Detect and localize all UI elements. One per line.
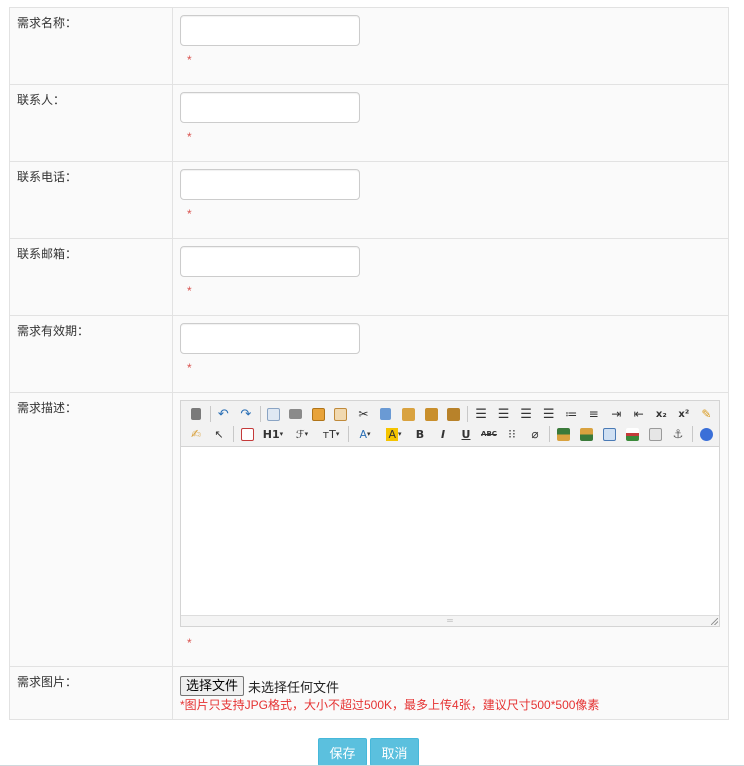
rich-text-editor: ↶ ↷ ✂ ☰ ☰ ☰ ☰ ≔ ≡ ⇥ ⇤ x₂ x² ✎ ✍ ↖ H1 ▾ ℱ… (180, 400, 720, 627)
editor-content-area[interactable] (181, 447, 719, 617)
file-chooser: 选择文件 未选择任何文件 (180, 676, 728, 696)
save-button[interactable]: 保存 (318, 738, 367, 766)
subscript-icon[interactable]: x₂ (652, 405, 672, 423)
chevron-down-icon: ▾ (335, 430, 340, 438)
chevron-down-icon: ▾ (367, 430, 371, 438)
font-family-icon[interactable]: ℱ ▾ (289, 425, 315, 443)
help-icon[interactable] (696, 425, 716, 443)
outdent-icon[interactable]: ⇤ (629, 405, 649, 423)
cut-icon[interactable]: ✂ (354, 405, 374, 423)
anchor-icon[interactable]: ⚓ (668, 425, 688, 443)
pagebreak-icon[interactable] (645, 425, 665, 443)
copy-icon[interactable] (376, 405, 396, 423)
unordered-list-icon[interactable]: ≡ (584, 405, 604, 423)
required-mark: * (187, 207, 192, 221)
field-label-description: 需求描述： (9, 392, 173, 667)
form-row-image: 需求图片： 选择文件 未选择任何文件 *图片只支持JPG格式，大小不超过500K… (9, 666, 729, 720)
demand-form: 需求名称： * 联系人： * 联系电话： * 联系邮箱： * 需求有效期： * (9, 7, 729, 720)
redo-icon[interactable]: ↷ (236, 405, 256, 423)
toolbar-row-2: ✍ ↖ H1 ▾ ℱ ▾ тT ▾ A ▾ A ▾ B I U ABC ⁝⁝ ⌀… (186, 424, 719, 444)
paste-icon[interactable] (399, 405, 419, 423)
form-row-name: 需求名称： * (9, 7, 729, 85)
strikethrough-icon[interactable]: ABC (479, 425, 499, 443)
demand-name-input[interactable] (180, 15, 360, 46)
editor-toolbar: ↶ ↷ ✂ ☰ ☰ ☰ ☰ ≔ ≡ ⇥ ⇤ x₂ x² ✎ ✍ ↖ H1 ▾ ℱ… (181, 401, 719, 447)
cancel-button[interactable]: 取消 (370, 738, 419, 766)
justify-icon[interactable]: ☰ (539, 405, 559, 423)
field-label-contact: 联系人： (9, 84, 173, 162)
image-icon[interactable] (553, 425, 573, 443)
field-label-validity: 需求有效期： (9, 315, 173, 393)
source-icon[interactable] (186, 405, 206, 423)
required-mark: * (187, 636, 192, 650)
form-row-phone: 联系电话： * (9, 161, 729, 239)
required-mark: * (187, 361, 192, 375)
template-icon[interactable] (309, 405, 329, 423)
field-label-phone: 联系电话： (9, 161, 173, 239)
contact-email-input[interactable] (180, 246, 360, 277)
required-mark: * (187, 130, 192, 144)
hr-icon[interactable] (622, 425, 642, 443)
chevron-down-icon: ▾ (304, 430, 309, 438)
font-size-icon[interactable]: тT ▾ (318, 425, 344, 443)
undo-icon[interactable]: ↶ (214, 405, 234, 423)
paste-word-icon[interactable] (444, 405, 464, 423)
file-status-text: 未选择任何文件 (248, 679, 340, 695)
underline-icon[interactable]: U (456, 425, 476, 443)
line-height-icon[interactable]: ⁝⁝ (502, 425, 522, 443)
corner-resize-icon[interactable] (711, 618, 718, 625)
field-label-image: 需求图片： (9, 666, 173, 720)
indent-icon[interactable]: ⇥ (606, 405, 626, 423)
multi-image-icon[interactable] (576, 425, 596, 443)
remove-format-icon[interactable]: ⌀ (525, 425, 545, 443)
resize-grip-icon[interactable]: ═ (444, 617, 456, 625)
chevron-down-icon: ▾ (279, 430, 284, 438)
align-center-icon[interactable]: ☰ (494, 405, 514, 423)
align-right-icon[interactable]: ☰ (516, 405, 536, 423)
bold-icon[interactable]: B (410, 425, 430, 443)
highlight-color-icon[interactable]: A ▾ (381, 425, 407, 443)
superscript-icon[interactable]: x² (674, 405, 694, 423)
chevron-down-icon: ▾ (398, 430, 402, 438)
contact-phone-input[interactable] (180, 169, 360, 200)
font-color-icon[interactable]: A ▾ (352, 425, 378, 443)
heading-icon[interactable]: H1 ▾ (260, 425, 286, 443)
field-label-name: 需求名称： (9, 7, 173, 85)
ordered-list-icon[interactable]: ≔ (561, 405, 581, 423)
paste-text-icon[interactable] (421, 405, 441, 423)
form-row-validity: 需求有效期： * (9, 315, 729, 393)
italic-icon[interactable]: I (433, 425, 453, 443)
clear-format-icon[interactable]: ✎ (697, 405, 717, 423)
form-row-email: 联系邮箱： * (9, 238, 729, 316)
form-actions: 保存 取消 (318, 738, 422, 766)
editor-statusbar: ═ (181, 615, 719, 626)
form-row-description: 需求描述： ↶ ↷ ✂ ☰ ☰ ☰ ☰ ≔ ≡ ⇥ ⇤ x₂ x² ✎ ✍ ↖ … (9, 392, 729, 667)
code-icon[interactable] (331, 405, 351, 423)
align-left-icon[interactable]: ☰ (471, 405, 491, 423)
image-upload-hint: *图片只支持JPG格式，大小不超过500K，最多上传4张，建议尺寸500*500… (180, 698, 600, 712)
table-icon[interactable] (599, 425, 619, 443)
validity-period-input[interactable] (180, 323, 360, 354)
required-mark: * (187, 53, 192, 67)
toolbar-row-1: ↶ ↷ ✂ ☰ ☰ ☰ ☰ ≔ ≡ ⇥ ⇤ x₂ x² ✎ (186, 404, 719, 424)
field-label-email: 联系邮箱： (9, 238, 173, 316)
contact-person-input[interactable] (180, 92, 360, 123)
form-row-contact: 联系人： * (9, 84, 729, 162)
fullscreen-icon[interactable] (237, 425, 257, 443)
print-icon[interactable] (286, 405, 306, 423)
choose-file-button[interactable]: 选择文件 (180, 676, 245, 696)
required-mark: * (187, 284, 192, 298)
preview-icon[interactable] (264, 405, 284, 423)
quick-format-icon[interactable]: ✍ (186, 425, 206, 443)
select-all-icon[interactable]: ↖ (209, 425, 229, 443)
